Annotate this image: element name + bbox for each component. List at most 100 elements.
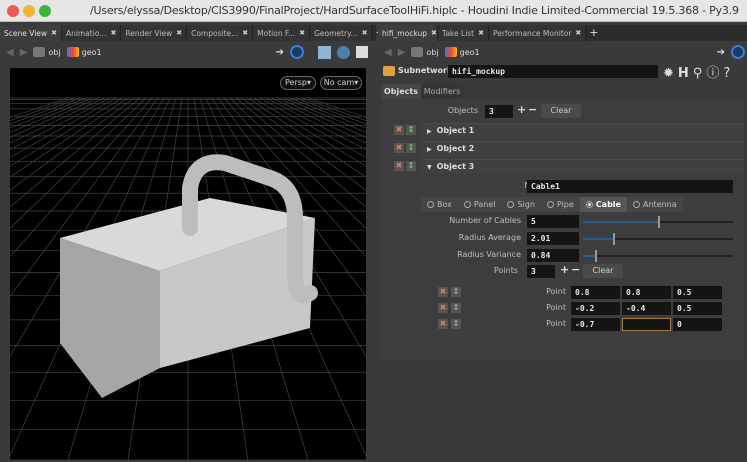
back-arrow-icon[interactable]: ◀ [384,47,392,58]
object-folder-2[interactable]: ▶ Object 2 [421,141,744,156]
move-object-icon[interactable]: ⇕ [406,125,416,135]
object-folder-1[interactable]: ▶ Object 1 [421,123,744,138]
close-icon[interactable]: ✖ [575,29,581,37]
remove-object-button[interactable]: − [528,103,537,116]
close-icon[interactable]: ✖ [242,29,248,37]
close-icon[interactable]: ✖ [110,29,116,37]
param-field[interactable]: 2.01 [527,232,579,245]
scene-icon[interactable] [337,45,350,59]
breadcrumb-geo[interactable]: geo1 [444,47,480,57]
tab-hifi-mockup[interactable]: hifi_mockup ✖ [378,25,438,41]
node-name-field[interactable]: hifi_mockup [448,65,658,78]
add-tab-icon[interactable]: + [589,25,598,41]
remove-object-icon[interactable]: ✖ [394,125,404,135]
remove-point-icon[interactable]: ✖ [438,287,448,297]
back-arrow-icon[interactable]: ◀ [6,47,14,58]
points-count-field[interactable]: 3 [527,265,555,278]
close-icon[interactable]: ✖ [176,29,182,37]
close-icon[interactable]: ✖ [362,29,368,37]
point-coord-field[interactable]: 0.5 [673,302,722,315]
zoom-window-button[interactable] [39,5,51,17]
remove-point-icon[interactable]: ✖ [438,319,448,329]
param-slider[interactable] [583,233,733,245]
camera-menu[interactable]: No cam▾ [320,76,362,90]
close-window-button[interactable] [7,5,19,17]
slider-handle[interactable] [595,250,597,262]
remove-object-icon[interactable]: ✖ [394,161,404,171]
link-icon[interactable] [731,45,745,59]
objects-count-field[interactable]: 3 [485,105,513,118]
move-point-icon[interactable]: ⇕ [451,287,461,297]
point-coord-field[interactable]: -0.2 [571,302,620,315]
radio-label: Cable [595,200,621,209]
close-icon[interactable]: ✖ [51,29,57,37]
info-icon[interactable]: ⓘ [706,66,723,81]
param-slider[interactable] [583,216,733,228]
object-folder-3[interactable]: ▼ Object 3 [421,159,744,174]
toggle-icon[interactable] [356,46,368,58]
tab-geometry[interactable]: Geometry... ✖ [310,25,373,41]
tab-objects[interactable]: Objects [381,84,421,99]
name-field[interactable]: Cable1 [527,180,733,193]
point-coord-field[interactable]: 0.5 [673,286,722,299]
tab-scene-view[interactable]: Scene View ✖ [0,25,62,41]
add-object-button[interactable]: + [517,103,526,116]
slider-handle[interactable] [658,216,660,228]
link-icon[interactable] [290,45,304,59]
param-field[interactable]: 0.84 [527,249,579,262]
pin-icon[interactable]: ➔ [276,47,284,58]
display-options-icon[interactable] [318,45,331,59]
point-coord-field[interactable]: -0.7 [571,318,620,331]
close-icon[interactable]: ✖ [299,29,305,37]
remove-point-icon[interactable]: ✖ [438,303,448,313]
remove-object-icon[interactable]: ✖ [394,143,404,153]
breadcrumb-geo[interactable]: geo1 [66,47,102,57]
tab-modifiers[interactable]: Modifiers [421,84,463,99]
viewport[interactable]: Persp▾ No cam▾ [10,68,366,460]
radio-sign[interactable]: Sign [501,197,540,212]
move-object-icon[interactable]: ⇕ [406,161,416,171]
remove-point-button[interactable]: − [571,263,580,276]
perspective-menu[interactable]: Persp▾ [280,76,316,90]
tab-performance-monitor[interactable]: Performance Monitor ✖ [489,25,587,41]
tab-take-list[interactable]: Take List ✖ [438,25,489,41]
forward-arrow-icon[interactable]: ▶ [20,47,28,58]
param-field[interactable]: 5 [527,215,579,228]
tab-motion-fx[interactable]: Motion F... ✖ [253,25,311,41]
param-label: Number of Cables [449,216,521,225]
gear-icon[interactable]: ✹ [663,66,678,81]
point-coord-field[interactable]: -0.4 [622,302,671,315]
radio-pipe[interactable]: Pipe [541,197,580,212]
tab-render-view[interactable]: Render View ✖ [121,25,188,41]
move-point-icon[interactable]: ⇕ [451,303,461,313]
point-coord-field[interactable]: 0 [673,318,722,331]
obj-icon [411,47,424,57]
breadcrumb-obj[interactable]: obj [411,47,439,57]
minimize-window-button[interactable] [23,5,35,17]
radio-panel[interactable]: Panel [458,197,502,212]
slider-handle[interactable] [613,233,615,245]
move-point-icon[interactable]: ⇕ [451,319,461,329]
breadcrumb-obj[interactable]: obj [33,47,61,57]
radio-antenna[interactable]: Antenna [627,197,683,212]
help-icon[interactable]: ? [723,66,734,81]
param-slider[interactable] [583,250,733,262]
houdini-help-icon[interactable]: H [678,66,693,81]
clear-objects-button[interactable]: Clear [541,104,581,118]
clear-points-button[interactable]: Clear [583,264,623,278]
subnetwork-icon [383,66,395,76]
point-coord-field[interactable] [622,318,671,331]
tab-animation[interactable]: Animatio... ✖ [61,25,122,41]
point-coord-field[interactable]: 0.8 [622,286,671,299]
close-icon[interactable]: ✖ [478,29,484,37]
tab-composite[interactable]: Composite... ✖ [187,25,254,41]
radio-box[interactable]: Box [421,197,458,212]
close-icon[interactable]: ✖ [431,29,437,37]
move-object-icon[interactable]: ⇕ [406,143,416,153]
pin-icon[interactable]: ➔ [717,47,725,58]
forward-arrow-icon[interactable]: ▶ [398,47,406,58]
point-coord-field[interactable]: 0.8 [571,286,620,299]
add-point-button[interactable]: + [560,263,569,276]
radio-cable[interactable]: Cable [579,197,627,212]
search-icon[interactable]: ⚲ [693,66,707,81]
